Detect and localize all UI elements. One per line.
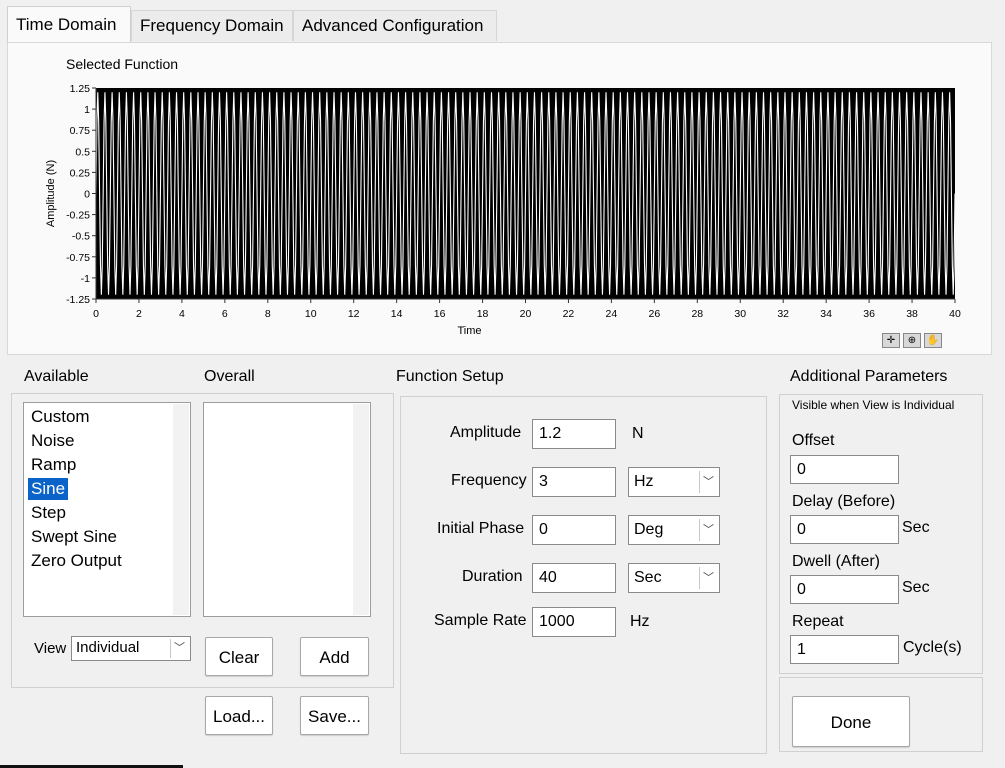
x-tick-label: 10: [305, 308, 317, 320]
x-tick-label: 18: [477, 308, 489, 320]
tab-advanced-configuration[interactable]: Advanced Configuration: [293, 10, 497, 41]
pan-hand-icon[interactable]: ✋: [924, 333, 942, 348]
delay-label: Delay (Before): [792, 493, 896, 510]
x-tick-label: 26: [649, 308, 661, 320]
chevron-down-icon[interactable]: ﹀: [699, 471, 717, 493]
frequency-field[interactable]: 3: [532, 467, 616, 497]
duration-label: Duration: [462, 568, 523, 585]
repeat-label: Repeat: [792, 613, 844, 630]
y-tick-label: -1: [81, 273, 90, 285]
y-tick-label: -0.25: [66, 210, 90, 222]
dwell-unit: Sec: [902, 579, 930, 596]
chevron-down-icon[interactable]: ﹀: [699, 519, 717, 541]
x-tick-label: 22: [563, 308, 575, 320]
y-tick-label: 0.25: [70, 167, 91, 179]
x-tick-label: 38: [906, 308, 918, 320]
list-item-ramp[interactable]: Ramp: [28, 454, 79, 476]
waveform-chart[interactable]: 1.2510.750.50.250-0.25-0.5-0.75-1-1.250 2…: [40, 78, 970, 340]
phase-unit-select[interactable]: Deg ﹀: [628, 515, 720, 545]
repeat-field[interactable]: 1: [790, 635, 899, 664]
phase-unit: Deg: [634, 521, 664, 538]
x-axis-label: Time: [457, 325, 481, 337]
available-listbox[interactable]: Custom Noise Ramp Sine Step Swept Sine Z…: [23, 402, 191, 617]
cursor-move-icon[interactable]: ✛: [882, 333, 900, 348]
y-tick-label: 1.25: [70, 83, 91, 95]
y-axis-label: Amplitude (N): [45, 160, 57, 227]
initial-phase-field[interactable]: 0: [532, 515, 616, 545]
y-tick-label: -0.75: [66, 252, 90, 264]
amplitude-label: Amplitude: [450, 424, 522, 441]
list-item-custom[interactable]: Custom: [28, 406, 93, 428]
duration-field[interactable]: 40: [532, 563, 616, 593]
overall-label: Overall: [204, 368, 255, 385]
save-button[interactable]: Save...: [300, 696, 369, 735]
x-tick-label: 40: [949, 308, 961, 320]
chevron-down-icon[interactable]: ﹀: [170, 639, 188, 658]
list-item-swept-sine[interactable]: Swept Sine: [28, 526, 120, 548]
delay-field[interactable]: 0: [790, 515, 899, 544]
amplitude-field[interactable]: 1.2: [532, 419, 616, 449]
view-select[interactable]: Individual ﹀: [71, 636, 191, 661]
scrollbar[interactable]: [353, 404, 369, 615]
clear-button[interactable]: Clear: [205, 637, 273, 676]
y-tick-label: 0.75: [70, 125, 91, 137]
overall-listbox[interactable]: [203, 402, 371, 617]
initial-phase-label: Initial Phase: [437, 520, 525, 537]
x-tick-label: 6: [222, 308, 228, 320]
y-tick-label: 1: [84, 104, 90, 116]
tab-frequency-domain[interactable]: Frequency Domain: [131, 10, 293, 41]
offset-field[interactable]: 0: [790, 455, 899, 484]
list-item-step[interactable]: Step: [28, 502, 69, 524]
available-label: Available: [24, 368, 89, 385]
view-value: Individual: [76, 639, 140, 656]
x-tick-label: 32: [777, 308, 789, 320]
x-tick-label: 0: [93, 308, 99, 320]
view-label: View: [34, 640, 67, 657]
x-tick-label: 30: [734, 308, 746, 320]
x-tick-label: 34: [820, 308, 832, 320]
function-setup-title: Function Setup: [396, 368, 504, 385]
x-tick-label: 8: [265, 308, 271, 320]
additional-parameters-title: Additional Parameters: [790, 368, 948, 385]
y-tick-label: 0.5: [75, 146, 90, 158]
repeat-unit: Cycle(s): [903, 639, 962, 656]
x-tick-label: 36: [863, 308, 875, 320]
x-tick-label: 28: [691, 308, 703, 320]
sample-rate-field[interactable]: 1000: [532, 607, 616, 637]
y-tick-label: -0.5: [72, 231, 90, 243]
dwell-field[interactable]: 0: [790, 575, 899, 604]
frequency-unit-select[interactable]: Hz ﹀: [628, 467, 720, 497]
frequency-unit: Hz: [634, 473, 654, 490]
sample-rate-unit: Hz: [630, 613, 650, 630]
scrollbar[interactable]: [173, 404, 189, 615]
amplitude-unit: N: [632, 425, 644, 442]
x-tick-label: 4: [179, 308, 185, 320]
done-button[interactable]: Done: [792, 696, 910, 747]
sample-rate-label: Sample Rate: [434, 612, 527, 629]
x-tick-label: 14: [391, 308, 403, 320]
list-item-noise[interactable]: Noise: [28, 430, 77, 452]
x-tick-label: 16: [434, 308, 446, 320]
duration-unit-select[interactable]: Sec ﹀: [628, 563, 720, 593]
load-button[interactable]: Load...: [205, 696, 273, 735]
dwell-label: Dwell (After): [792, 553, 881, 570]
chevron-down-icon[interactable]: ﹀: [699, 567, 717, 589]
y-tick-label: 0: [84, 189, 90, 201]
x-tick-label: 2: [136, 308, 142, 320]
add-button[interactable]: Add: [300, 637, 369, 676]
offset-label: Offset: [792, 432, 835, 449]
tab-time-domain[interactable]: Time Domain: [7, 6, 131, 42]
frequency-label: Frequency: [451, 472, 527, 489]
visibility-note: Visible when View is Individual: [792, 398, 955, 412]
x-tick-label: 20: [520, 308, 532, 320]
x-tick-label: 24: [606, 308, 618, 320]
y-tick-label: -1.25: [66, 294, 90, 306]
list-item-zero-output[interactable]: Zero Output: [28, 550, 125, 572]
x-tick-label: 12: [348, 308, 360, 320]
zoom-icon[interactable]: ⊕: [903, 333, 921, 348]
graph-title: Selected Function: [66, 56, 179, 72]
delay-unit: Sec: [902, 519, 930, 536]
duration-unit: Sec: [634, 569, 662, 586]
list-item-sine[interactable]: Sine: [28, 478, 69, 500]
